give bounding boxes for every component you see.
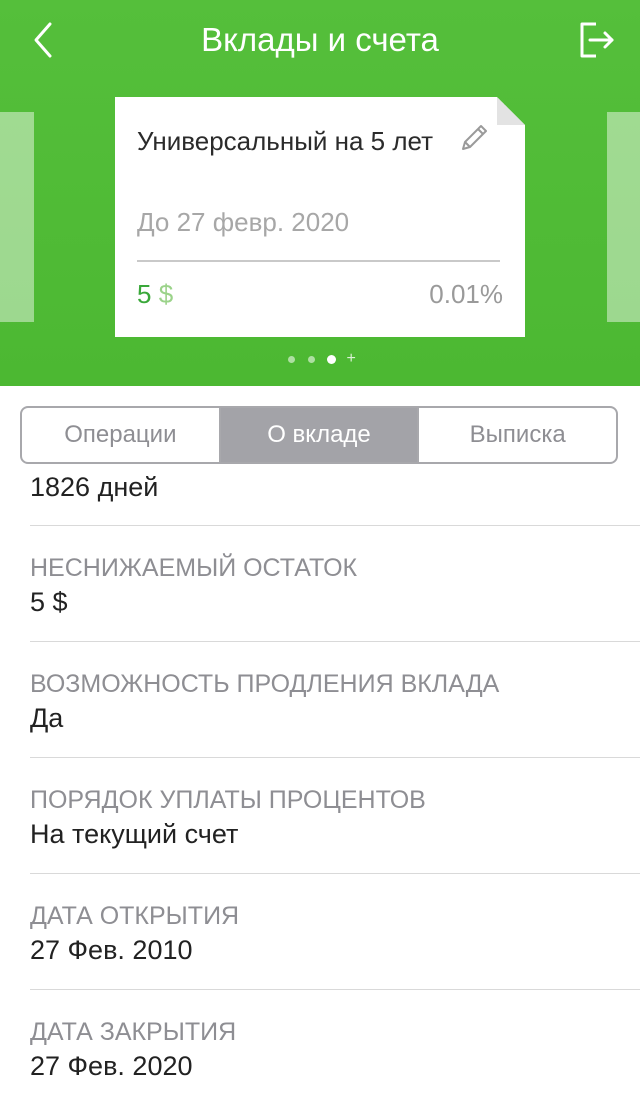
field-label: ВОЗМОЖНОСТЬ ПРОДЛЕНИЯ ВКЛАДА (30, 670, 500, 698)
field-open-date: ДАТА ОТКРЫТИЯ 27 Фев. 2010 (30, 900, 630, 968)
field-min-balance: НЕСНИЖАЕМЫЙ ОСТАТОК 5 $ (30, 552, 630, 620)
field-label: НЕСНИЖАЕМЫЙ ОСТАТОК (30, 554, 358, 582)
field-close-date: ДАТА ЗАКРЫТИЯ 27 Фев. 2020 (30, 1016, 630, 1084)
divider (30, 873, 640, 874)
header: Вклады и счета Универсальный на 5 лет До… (0, 0, 640, 386)
deposit-end-date: До 27 февр. 2020 (137, 207, 350, 237)
card-folded-corner (497, 97, 525, 125)
tab-operations[interactable]: Операции (22, 408, 219, 462)
field-prolongation: ВОЗМОЖНОСТЬ ПРОДЛЕНИЯ ВКЛАДА Да (30, 668, 630, 736)
deposit-amount: 5 $ (137, 279, 173, 310)
page-dot[interactable] (288, 355, 296, 363)
deposit-name: Универсальный на 5 лет (137, 126, 434, 156)
field-value: На текущий счет (30, 819, 239, 849)
field-value: 5 $ (30, 587, 68, 617)
page-title: Вклады и счета (201, 21, 439, 58)
tab-statement[interactable]: Выписка (417, 408, 616, 462)
divider (30, 989, 640, 990)
amount-currency: $ (158, 279, 174, 309)
field-value: 27 Фев. 2010 (30, 935, 193, 965)
amount-value: 5 (137, 279, 152, 309)
card-divider (137, 260, 500, 262)
page-dot-active[interactable] (327, 354, 337, 364)
logout-icon (580, 22, 614, 58)
deposit-details[interactable]: 1826 дней НЕСНИЖАЕМЫЙ ОСТАТОК 5 $ ВОЗМОЖ… (0, 468, 640, 1102)
page-dot[interactable] (307, 355, 315, 363)
field-label: ДАТА ЗАКРЫТИЯ (30, 1018, 237, 1046)
term-value: 1826 дней (30, 472, 159, 502)
field-label: ДАТА ОТКРЫТИЯ (30, 902, 240, 930)
add-card-icon[interactable]: + (347, 350, 356, 367)
logout-button[interactable] (574, 18, 618, 62)
edit-button[interactable] (457, 121, 491, 155)
tab-selector: Операции О вкладе Выписка (20, 406, 618, 464)
next-card-peek[interactable] (607, 112, 640, 322)
field-value: Да (30, 703, 64, 733)
deposit-rate: 0.01% (429, 279, 503, 309)
deposit-card[interactable]: Универсальный на 5 лет До 27 февр. 2020 … (115, 97, 525, 337)
page-indicator: + (0, 350, 640, 368)
field-interest-payment: ПОРЯДОК УПЛАТЫ ПРОЦЕНТОВ На текущий счет (30, 784, 630, 852)
pencil-icon (462, 125, 487, 150)
field-label: ПОРЯДОК УПЛАТЫ ПРОЦЕНТОВ (30, 786, 426, 814)
divider (30, 525, 640, 526)
field-value: 27 Фев. 2020 (30, 1051, 193, 1081)
tab-about-deposit[interactable]: О вкладе (218, 408, 418, 462)
divider (30, 757, 640, 758)
divider (30, 641, 640, 642)
previous-card-peek[interactable] (0, 112, 34, 322)
